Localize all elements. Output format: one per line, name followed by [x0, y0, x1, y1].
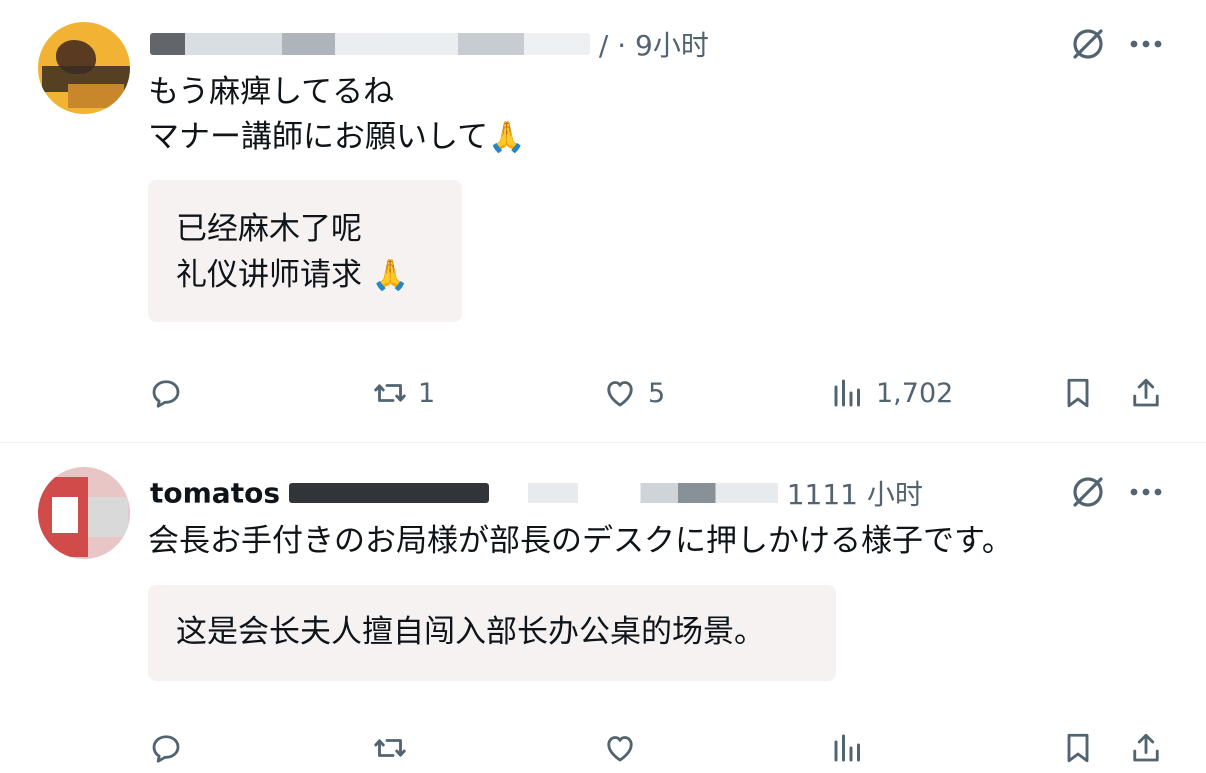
blurred-username [150, 33, 590, 55]
reply-icon [152, 735, 180, 763]
post-time[interactable]: / · 9小时 [599, 29, 709, 62]
pray-emoji: 🙏 [371, 258, 410, 293]
repost-icon [374, 739, 406, 757]
bookmark-button[interactable] [1060, 368, 1096, 418]
share-button[interactable] [1128, 723, 1164, 773]
heart-icon [607, 736, 633, 762]
views-icon [834, 379, 860, 407]
post-text-line: もう麻痺してるね [148, 74, 395, 110]
post-text-line: 会長お手付きのお局様が部長のデスクに押しかける様子です。 [148, 523, 1013, 559]
avatar[interactable] [38, 22, 130, 114]
views-button[interactable] [830, 723, 866, 773]
post-header: tomatos 1111 小时 [150, 473, 923, 513]
translation-box: 这是会长夫人擅自闯入部长办公桌的场景。 [148, 585, 836, 681]
grok-icon[interactable] [1066, 22, 1110, 66]
translation-line: 这是会长夫人擅自闯入部长办公桌的场景。 [176, 614, 765, 650]
reply-button[interactable] [148, 723, 184, 773]
bookmark-icon [1067, 378, 1089, 408]
views-button[interactable]: 1,702 [830, 368, 953, 418]
more-icon[interactable] [1124, 470, 1168, 514]
repost-icon [374, 384, 406, 402]
translation-box: 已经麻木了呢 礼仪讲师请求 🙏 [148, 180, 462, 322]
avatar[interactable] [38, 467, 130, 559]
post-divider [0, 442, 1206, 443]
username[interactable]: tomatos [150, 477, 280, 510]
share-icon [1133, 378, 1159, 407]
heart-icon [607, 381, 633, 407]
post-text-line-content: マナー講師にお願いして [148, 119, 489, 155]
bookmark-button[interactable] [1060, 723, 1096, 773]
pray-emoji: 🙏 [488, 120, 526, 155]
action-bar [0, 723, 1206, 773]
like-button[interactable] [602, 723, 638, 773]
reply-icon [152, 380, 180, 408]
translation-line-content: 礼仪讲师请求 [176, 257, 362, 293]
post-text: 会長お手付きのお局様が部長のデスクに押しかける様子です。 [148, 519, 1013, 564]
post-text-line: マナー講師にお願いして🙏 [148, 115, 525, 160]
views-count: 1,702 [876, 377, 954, 409]
action-bar: 1 5 1,702 [0, 368, 1206, 418]
repost-button[interactable]: 1 [372, 368, 435, 418]
like-count: 5 [648, 377, 666, 409]
post-1[interactable]: / · 9小时 もう麻痺してるね マナー講師にお願いして🙏 已经麻木了呢 礼仪讲… [0, 0, 1206, 440]
post-header: / · 9小时 [150, 24, 709, 64]
translation-line: 已经麻木了呢 [176, 211, 362, 247]
blurred-username [288, 483, 489, 503]
views-icon [834, 734, 860, 762]
share-button[interactable] [1128, 368, 1164, 418]
translation-line: 礼仪讲师请求 🙏 [176, 252, 434, 299]
post-text: もう麻痺してるね マナー講師にお願いして🙏 [148, 70, 525, 160]
repost-count: 1 [418, 377, 436, 409]
grok-icon[interactable] [1066, 470, 1110, 514]
more-icon[interactable] [1124, 22, 1168, 66]
blurred-handle [527, 483, 778, 503]
reply-button[interactable] [148, 368, 194, 418]
like-button[interactable]: 5 [602, 368, 665, 418]
bookmark-icon [1067, 733, 1089, 763]
post-time[interactable]: 1111 小时 [787, 478, 923, 511]
repost-button[interactable] [372, 723, 408, 773]
post-2[interactable]: tomatos 1111 小时 会長お手付きのお局様が部長のデスクに押しかける様… [0, 455, 1206, 763]
share-icon [1133, 733, 1159, 762]
